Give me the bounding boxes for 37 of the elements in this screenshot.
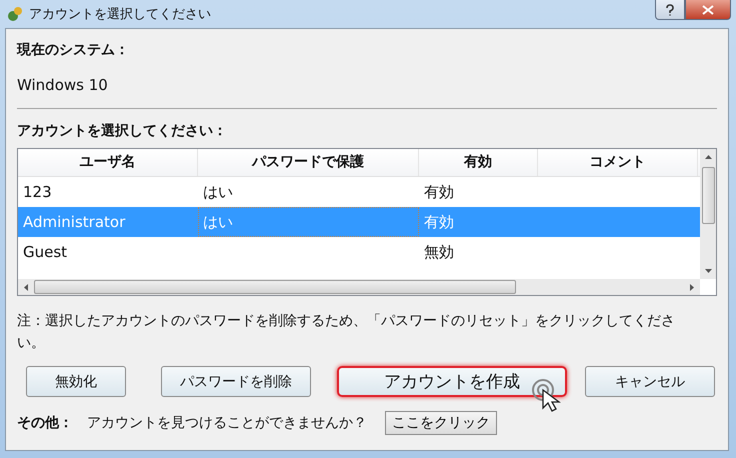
other-text: アカウントを見つけることができませんか？: [87, 414, 367, 432]
table-cell-text: 有効: [423, 182, 455, 203]
action-button[interactable]: 無効化: [26, 366, 126, 397]
action-button[interactable]: キャンセル: [585, 366, 715, 397]
table-row[interactable]: Guest 無効: [18, 237, 700, 267]
table-cell-text: はい: [202, 182, 234, 203]
vertical-scrollbar[interactable]: [700, 149, 716, 279]
column-header[interactable]: 有効: [419, 149, 538, 176]
click-here-button[interactable]: ここをクリック: [385, 411, 497, 435]
table-cell: はい: [198, 207, 419, 237]
close-icon: [702, 4, 714, 14]
up-arrow-icon[interactable]: [704, 155, 712, 159]
table-cell-text: 有効: [423, 212, 455, 233]
right-arrow-icon[interactable]: [690, 284, 694, 290]
column-header[interactable]: ユーザ名: [18, 149, 198, 176]
help-icon: [665, 4, 675, 16]
table-row[interactable]: 123 はい 有効: [18, 177, 700, 207]
app-icon: [7, 6, 23, 22]
action-button[interactable]: アカウントを作成: [337, 366, 567, 397]
table-cell-text: 無効: [423, 242, 455, 263]
window-title: アカウントを選択してください: [29, 6, 211, 23]
action-button[interactable]: パスワードを削除: [161, 366, 311, 397]
column-header[interactable]: コメント: [538, 149, 698, 176]
column-header[interactable]: パスワードで保護: [198, 149, 419, 176]
section-label: 現在のシステム：: [17, 41, 130, 59]
help-button[interactable]: [655, 0, 685, 20]
left-arrow-icon[interactable]: [24, 284, 28, 290]
table-cell-text: Administrator: [22, 212, 126, 233]
note-text: 注：選択したアカウントのパスワードを削除するため、「パスワードのリセット」をクリックしてください。: [17, 312, 676, 353]
table-cell-text: Guest: [22, 242, 68, 263]
horizontal-scrollbar[interactable]: [18, 279, 700, 295]
other-label: その他：: [17, 414, 73, 432]
down-arrow-icon[interactable]: [704, 269, 712, 273]
system-name: Windows 10: [17, 76, 109, 94]
section-label: アカウントを選択してください：: [17, 122, 228, 140]
table-cell-text: 123: [22, 182, 53, 203]
close-button[interactable]: [685, 0, 731, 20]
